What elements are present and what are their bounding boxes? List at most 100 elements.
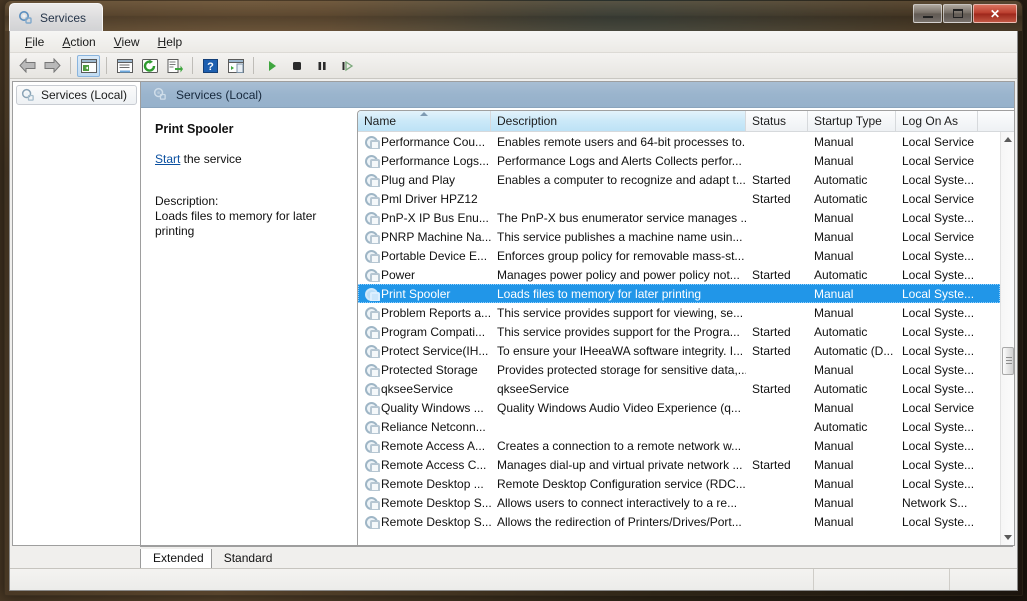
- cell-name-label: PNRP Machine Na...: [381, 229, 491, 244]
- column-header-description[interactable]: Description: [491, 111, 746, 131]
- service-gear-icon: [364, 306, 380, 320]
- tab-standard-label: Standard: [223, 551, 273, 565]
- scroll-up-button[interactable]: [1001, 132, 1014, 147]
- start-service-link[interactable]: Start: [155, 152, 180, 166]
- title-bar[interactable]: Services ✕: [5, 1, 1022, 31]
- cell-startup: Manual: [814, 514, 854, 529]
- cell-name: Reliance Netconn...: [358, 420, 491, 434]
- help-icon[interactable]: ?: [199, 55, 222, 77]
- cell-logon: Local Syste...: [902, 172, 975, 187]
- scrollbar-thumb[interactable]: [1002, 347, 1014, 375]
- scroll-down-button[interactable]: [1001, 530, 1014, 545]
- cell-name: Remote Access C...: [358, 458, 491, 472]
- results-pane-header: Services (Local): [141, 82, 1014, 108]
- tab-standard[interactable]: Standard: [210, 549, 284, 568]
- table-row[interactable]: Plug and Play Enables a computer to recog…: [358, 170, 1000, 189]
- status-panel-2: [813, 569, 949, 590]
- cell-startup: Manual: [814, 229, 854, 244]
- minimize-button[interactable]: [913, 4, 942, 23]
- start-service-icon[interactable]: [260, 55, 283, 77]
- service-gear-icon: [364, 515, 380, 529]
- cell-name: Remote Desktop S...: [358, 515, 491, 529]
- cell-name: Remote Access A...: [358, 439, 491, 453]
- column-header-label: Description: [497, 114, 558, 128]
- table-row[interactable]: Performance Logs... Performance Logs and …: [358, 151, 1000, 170]
- tab-extended-label: Extended: [153, 551, 204, 565]
- window-title-tab: Services: [9, 3, 104, 31]
- column-header-startup-type[interactable]: Startup Type: [808, 111, 896, 131]
- cell-description: Enables a computer to recognize and adap…: [497, 172, 746, 187]
- cell-startup: Automatic: [814, 191, 868, 206]
- service-gear-icon: [364, 173, 380, 187]
- cell-description: Enforces group policy for removable mass…: [497, 248, 745, 263]
- cell-status: Started: [752, 267, 791, 282]
- column-header-blank[interactable]: [978, 111, 1014, 131]
- table-row[interactable]: PNRP Machine Na... This service publishes…: [358, 227, 1000, 246]
- column-header-name[interactable]: Name: [358, 111, 491, 131]
- export-list-icon[interactable]: [163, 55, 186, 77]
- show-action-pane-icon[interactable]: [224, 55, 247, 77]
- column-header-status[interactable]: Status: [746, 111, 808, 131]
- column-header-label: Startup Type: [814, 114, 882, 128]
- table-row[interactable]: Remote Access C... Manages dial-up and vi…: [358, 455, 1000, 474]
- properties-icon[interactable]: [113, 55, 136, 77]
- table-row[interactable]: Program Compati... This service provides …: [358, 322, 1000, 341]
- table-row[interactable]: Print Spooler Loads files to memory for l…: [358, 284, 1000, 303]
- tab-extended[interactable]: Extended: [140, 549, 215, 568]
- table-row[interactable]: Reliance Netconn... Automatic Local Syste.…: [358, 417, 1000, 436]
- table-row[interactable]: Remote Access A... Creates a connection t…: [358, 436, 1000, 455]
- table-row[interactable]: Remote Desktop S... Allows users to conne…: [358, 493, 1000, 512]
- table-row[interactable]: PnP-X IP Bus Enu... The PnP-X bus enumera…: [358, 208, 1000, 227]
- service-gear-icon: [364, 477, 380, 491]
- close-button[interactable]: ✕: [973, 4, 1017, 23]
- forward-icon[interactable]: [41, 55, 64, 77]
- results-pane: Services (Local) Print Spooler Start the…: [140, 81, 1015, 546]
- cell-name-label: Remote Access A...: [381, 438, 486, 453]
- table-row[interactable]: Protected Storage Provides protected stor…: [358, 360, 1000, 379]
- show-hide-tree-icon[interactable]: [77, 54, 100, 77]
- listview-rows[interactable]: Performance Cou... Enables remote users a…: [358, 132, 1000, 545]
- cell-logon: Local Syste...: [902, 438, 975, 453]
- cell-description: Manages power policy and power policy no…: [497, 267, 740, 282]
- table-row[interactable]: Remote Desktop S... Allows the redirectio…: [358, 512, 1000, 531]
- services-icon: [153, 87, 168, 102]
- cell-name-label: Performance Logs...: [381, 153, 490, 168]
- cell-name: PNRP Machine Na...: [358, 230, 491, 244]
- cell-name-label: PnP-X IP Bus Enu...: [381, 210, 489, 225]
- sidebar-item-services-local[interactable]: Services (Local): [16, 85, 137, 105]
- cell-name-label: Print Spooler: [381, 286, 451, 301]
- menu-view[interactable]: View: [105, 33, 149, 51]
- menu-action[interactable]: Action: [53, 33, 104, 51]
- cell-description: Allows users to connect interactively to…: [497, 495, 738, 510]
- pause-service-icon[interactable]: [310, 55, 333, 77]
- vertical-scrollbar[interactable]: [1000, 132, 1014, 545]
- cell-startup: Manual: [814, 362, 854, 377]
- column-header-log-on-as[interactable]: Log On As: [896, 111, 978, 131]
- cell-startup: Manual: [814, 210, 854, 225]
- menu-file[interactable]: File: [16, 33, 53, 51]
- table-row[interactable]: Problem Reports a... This service provide…: [358, 303, 1000, 322]
- table-row[interactable]: Performance Cou... Enables remote users a…: [358, 132, 1000, 151]
- back-icon[interactable]: [16, 55, 39, 77]
- cell-name: Performance Cou...: [358, 135, 491, 149]
- stop-service-icon[interactable]: [285, 55, 308, 77]
- table-row[interactable]: Power Manages power policy and power poli…: [358, 265, 1000, 284]
- cell-description: Provides protected storage for sensitive…: [497, 362, 746, 377]
- menu-help[interactable]: Help: [149, 33, 192, 51]
- maximize-button[interactable]: [943, 4, 972, 23]
- table-row[interactable]: Portable Device E... Enforces group polic…: [358, 246, 1000, 265]
- table-row[interactable]: Quality Windows ... Quality Windows Audio…: [358, 398, 1000, 417]
- restart-service-icon[interactable]: [335, 55, 358, 77]
- close-icon: ✕: [989, 6, 1001, 21]
- cell-name: Pml Driver HPZ12: [358, 192, 491, 206]
- table-row[interactable]: Remote Desktop ... Remote Desktop Configu…: [358, 474, 1000, 493]
- services-listview[interactable]: Name Description Status Startup Type Log On …: [357, 110, 1014, 545]
- table-row[interactable]: Protect Service(IH... To ensure your IHee…: [358, 341, 1000, 360]
- table-row[interactable]: qkseeService qkseeService Started Automatic…: [358, 379, 1000, 398]
- cell-description: Remote Desktop Configuration service (RD…: [497, 476, 746, 491]
- cell-startup: Automatic: [814, 419, 868, 434]
- table-row[interactable]: Pml Driver HPZ12 Started Automatic Local Se…: [358, 189, 1000, 208]
- cell-startup: Automatic: [814, 381, 868, 396]
- cell-startup: Manual: [814, 457, 854, 472]
- refresh-icon[interactable]: [138, 55, 161, 77]
